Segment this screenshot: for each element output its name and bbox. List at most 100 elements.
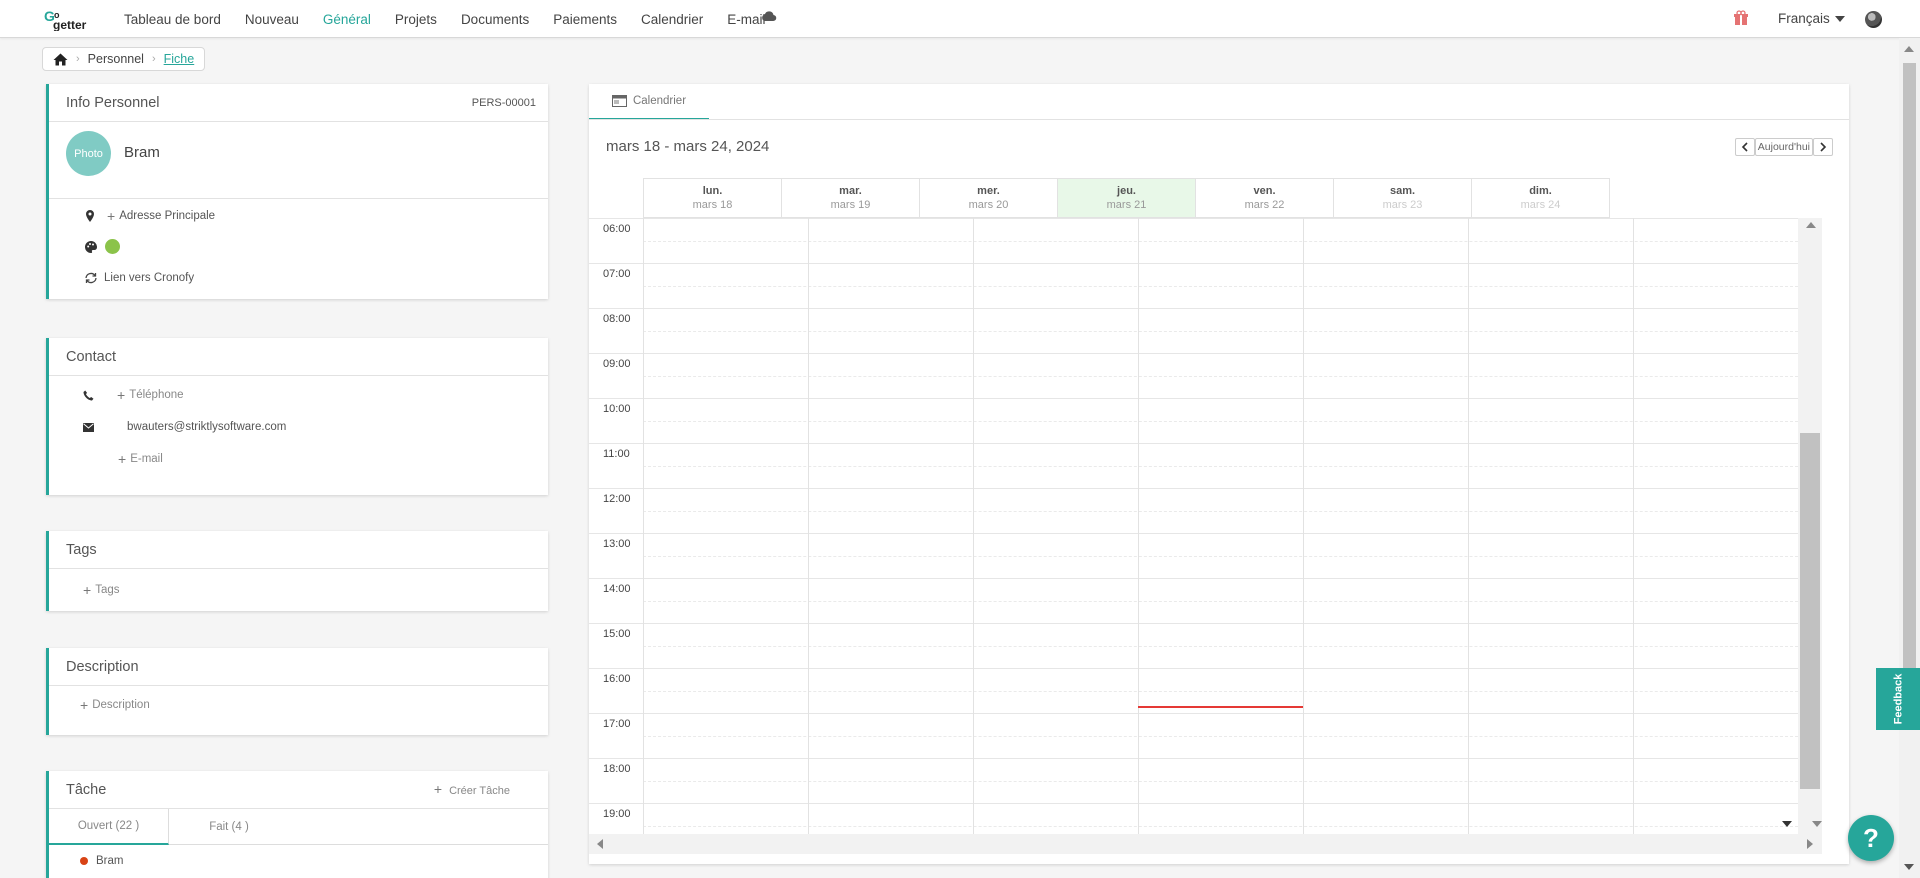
nav-item-6[interactable]: Calendrier (641, 12, 703, 27)
hour-label: 08:00 (603, 313, 631, 325)
page-scrollbar[interactable] (1899, 38, 1920, 878)
divider (589, 119, 1849, 120)
main-menu: Tableau de bord Nouveau Général Projets Docu… (124, 0, 790, 38)
cronofy-link[interactable]: Lien vers Cronofy (104, 272, 194, 284)
hour-row[interactable]: 08:00 (589, 308, 1798, 353)
breadcrumb: › Personnel › Fiche (42, 47, 206, 71)
panel-header: Tags (49, 531, 548, 569)
chevron-right-icon: › (151, 53, 156, 65)
column-line (1468, 218, 1469, 834)
scroll-up-icon[interactable] (1904, 46, 1914, 52)
add-email-link[interactable]: E-mail (130, 453, 163, 465)
half-hour-line (643, 421, 1798, 422)
half-hour-line (643, 646, 1798, 647)
gogetter-logo[interactable]: G o getter (44, 7, 100, 31)
day-name: mer. (977, 185, 1000, 197)
hour-row[interactable]: 09:00 (589, 353, 1798, 398)
column-line (973, 218, 974, 834)
nav-item-0[interactable]: Tableau de bord (124, 12, 221, 27)
breadcrumb-fiche[interactable]: Fiche (164, 52, 195, 66)
palette-icon (85, 240, 97, 253)
day-header[interactable]: sam. mars 23 (1333, 178, 1471, 218)
cloud-icon[interactable] (761, 10, 777, 22)
plus-icon: + (118, 451, 127, 467)
plus-icon: + (117, 387, 126, 403)
day-date: mars 24 (1520, 199, 1561, 211)
panel-header: Contact (49, 338, 548, 376)
scroll-up-icon[interactable] (1806, 222, 1816, 228)
hour-row[interactable]: 15:00 (589, 623, 1798, 668)
tab-done[interactable]: Fait (4 ) (169, 809, 289, 845)
half-hour-line (643, 376, 1798, 377)
half-hour-line (643, 511, 1798, 512)
add-phone-link[interactable]: Téléphone (129, 389, 183, 401)
create-task-label: Créer Tâche (449, 785, 510, 797)
language-selector[interactable]: Français (1778, 11, 1845, 26)
add-tags-link[interactable]: Tags (95, 584, 119, 596)
task-item[interactable]: Bram (80, 855, 123, 867)
day-header[interactable]: lun. mars 18 (643, 178, 781, 218)
today-button[interactable]: Aujourd'hui (1754, 138, 1813, 156)
half-hour-line (643, 556, 1798, 557)
hour-row[interactable]: 12:00 (589, 488, 1798, 533)
nav-item-3[interactable]: Projets (395, 12, 437, 27)
scroll-down-icon[interactable] (1782, 821, 1792, 827)
person-id: PERS-00001 (471, 96, 536, 109)
hour-row[interactable]: 13:00 (589, 533, 1798, 578)
gift-icon[interactable] (1733, 10, 1749, 26)
hour-row[interactable]: 10:00 (589, 398, 1798, 443)
calendar-navigation: Aujourd'hui (1734, 138, 1833, 156)
create-task-button[interactable]: + Créer Tâche (434, 782, 510, 797)
photo-placeholder[interactable]: Photo (66, 131, 111, 176)
calendar-vertical-scrollbar[interactable] (1798, 218, 1822, 834)
address-row: + Adresse Principale (85, 209, 215, 223)
email-value[interactable]: bwauters@striktlysoftware.com (127, 421, 286, 433)
nav-item-5[interactable]: Paiements (553, 12, 617, 27)
prev-week-button[interactable] (1734, 138, 1755, 156)
user-avatar[interactable] (1865, 11, 1882, 28)
feedback-tab[interactable]: Feedback (1876, 668, 1920, 730)
hour-row[interactable]: 17:00 (589, 713, 1798, 758)
hour-label: 14:00 (603, 583, 631, 595)
tab-open[interactable]: Ouvert (22 ) (49, 809, 169, 845)
hour-row[interactable]: 14:00 (589, 578, 1798, 623)
day-header[interactable]: mar. mars 19 (781, 178, 919, 218)
scroll-down-icon[interactable] (1812, 821, 1822, 827)
nav-item-1[interactable]: Nouveau (245, 12, 299, 27)
hour-row[interactable]: 11:00 (589, 443, 1798, 488)
hour-row[interactable]: 07:00 (589, 263, 1798, 308)
color-swatch[interactable] (105, 239, 120, 254)
current-time-indicator (1138, 706, 1303, 708)
svg-text:getter: getter (53, 18, 87, 31)
nav-item-2[interactable]: Général (323, 12, 371, 27)
nav-item-4[interactable]: Documents (461, 12, 529, 27)
day-header[interactable]: jeu. mars 21 (1057, 178, 1195, 218)
scroll-right-icon[interactable] (1807, 839, 1813, 849)
panel-title: Contact (66, 348, 116, 365)
half-hour-line (643, 466, 1798, 467)
day-date: mars 19 (830, 199, 871, 211)
scroll-down-icon[interactable] (1904, 864, 1914, 870)
time-grid[interactable]: 06:00 07:00 08:00 09:00 10:00 11:00 12:00 13:00… (589, 218, 1798, 834)
add-address-link[interactable]: Adresse Principale (119, 210, 215, 222)
scroll-thumb[interactable] (1903, 63, 1916, 704)
day-date: mars 23 (1382, 199, 1423, 211)
day-header[interactable]: ven. mars 22 (1195, 178, 1333, 218)
add-description-link[interactable]: Description (92, 699, 150, 711)
day-header[interactable]: mer. mars 20 (919, 178, 1057, 218)
next-week-button[interactable] (1813, 138, 1833, 156)
day-date: mars 21 (1106, 199, 1147, 211)
help-button[interactable]: ? (1848, 815, 1894, 861)
calendar-horizontal-scrollbar[interactable] (589, 834, 1822, 854)
breadcrumb-personnel[interactable]: Personnel (88, 52, 144, 66)
day-name: lun. (702, 185, 723, 197)
scroll-left-icon[interactable] (597, 839, 603, 849)
nav-item-7[interactable]: E-mail (727, 12, 765, 27)
home-icon[interactable] (53, 53, 68, 66)
hour-row[interactable]: 19:00 (589, 803, 1798, 834)
tab-calendar[interactable]: Calendrier (589, 84, 709, 120)
scroll-thumb[interactable] (1800, 433, 1820, 789)
hour-row[interactable]: 06:00 (589, 218, 1798, 263)
hour-row[interactable]: 18:00 (589, 758, 1798, 803)
day-header[interactable]: dim. mars 24 (1471, 178, 1609, 218)
